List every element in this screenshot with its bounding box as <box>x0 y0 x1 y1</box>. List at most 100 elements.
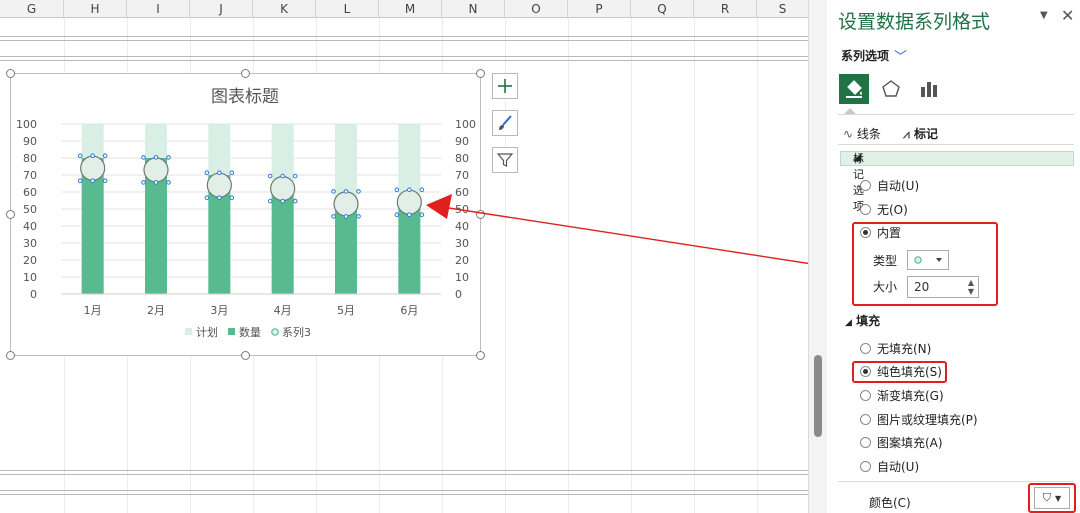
marker-selection-dot <box>356 189 361 194</box>
column-header-l[interactable]: L <box>316 0 379 18</box>
chart-legend[interactable]: 计划 数量 系列3 <box>185 325 311 339</box>
resize-handle-bottom[interactable] <box>241 351 250 360</box>
radio-button[interactable] <box>860 413 871 425</box>
scrollbar-thumb[interactable] <box>814 355 822 437</box>
marker-options-section[interactable]: ◢ 标记选项 <box>840 150 1074 213</box>
row-border <box>0 36 808 37</box>
resize-handle-top[interactable] <box>241 69 250 78</box>
marker-selection-dot <box>217 195 222 200</box>
radio-button[interactable] <box>860 342 871 354</box>
column-header-g[interactable]: G <box>0 0 64 18</box>
marker-selection-dot <box>394 212 400 217</box>
column-header-o[interactable]: O <box>505 0 568 18</box>
marker-selection-dot <box>166 180 171 185</box>
y-tick-label-right: 40 <box>455 220 469 233</box>
legend-marker <box>271 328 279 336</box>
subtab-line-label: 线条 <box>856 127 881 141</box>
fill-none-option[interactable]: 无填充(N) <box>860 340 931 356</box>
resize-handle-top-left[interactable] <box>6 69 15 78</box>
row-border <box>0 40 808 41</box>
y-tick-label-left: 50 <box>23 203 37 216</box>
marker-selection-dot <box>141 155 146 160</box>
y-axis-primary[interactable]: 0 10 20 30 40 50 60 70 80 90 100 <box>16 118 37 301</box>
marker-auto-option[interactable]: 自动(U) <box>860 177 919 193</box>
marker-none-option[interactable]: 无(O) <box>860 201 908 217</box>
fill-auto-option[interactable]: 自动(U) <box>860 458 919 474</box>
x-tick-label: 4月 <box>274 304 292 317</box>
fill-none-label: 无填充(N) <box>877 341 932 356</box>
chart-title[interactable]: 图表标题 <box>211 87 279 107</box>
radio-button[interactable] <box>860 179 871 191</box>
marker-selection-dot <box>356 214 361 219</box>
column-header-r[interactable]: R <box>694 0 757 18</box>
chart-area[interactable]: 图表标题 0 10 20 30 40 50 60 70 80 90 100 0 10 20 30 40 50 6… <box>10 73 481 356</box>
column-header-h[interactable]: H <box>64 0 127 18</box>
tab-fill-line[interactable] <box>839 74 869 104</box>
highlight-solid-fill <box>852 361 947 383</box>
series-options-dropdown[interactable]: 系列选项 <box>841 47 889 64</box>
close-icon[interactable]: ✕ <box>1061 6 1074 25</box>
marker-none-label: 无(O) <box>877 202 908 217</box>
chart-canvas[interactable]: 图表标题 0 10 20 30 40 50 60 70 80 90 100 0 10 20 30 40 50 6… <box>11 74 482 357</box>
y-tick-label-left: 10 <box>23 271 37 284</box>
highlight-builtin-marker <box>852 222 998 306</box>
tab-series-options[interactable] <box>914 74 944 104</box>
row-border <box>0 490 808 491</box>
spreadsheet-area[interactable]: G H I J K L M N O P Q R S 图表标题 0 10 20 3… <box>0 0 808 513</box>
resize-handle-bottom-right[interactable] <box>476 351 485 360</box>
chart-filters-button[interactable] <box>492 147 518 173</box>
fill-picture-option[interactable]: 图片或纹理填充(P) <box>860 411 978 427</box>
column-header-q[interactable]: Q <box>631 0 694 18</box>
y-tick-label-right: 20 <box>455 254 469 267</box>
column-header-p[interactable]: P <box>568 0 631 18</box>
filter-icon <box>496 153 514 167</box>
marker-selection-dot <box>229 195 235 200</box>
y-tick-label-right: 70 <box>455 169 469 182</box>
fill-gradient-option[interactable]: 渐变填充(G) <box>860 387 944 403</box>
column-header-k[interactable]: K <box>253 0 316 18</box>
y-tick-label-left: 100 <box>16 118 37 131</box>
radio-button[interactable] <box>860 389 871 401</box>
column-header-s[interactable]: S <box>757 0 808 18</box>
column-header-m[interactable]: M <box>379 0 442 18</box>
marker-selection-dot <box>229 170 235 175</box>
resize-handle-bottom-left[interactable] <box>6 351 15 360</box>
legend-swatch <box>185 328 192 335</box>
column-header-j[interactable]: J <box>190 0 253 18</box>
marker-selection-dot <box>331 189 336 194</box>
marker-selection-dot <box>90 178 95 183</box>
radio-button[interactable] <box>860 460 871 472</box>
fill-gradient-label: 渐变填充(G) <box>877 388 944 403</box>
resize-handle-right[interactable] <box>476 210 485 219</box>
fill-pattern-option[interactable]: 图案填充(A) <box>860 434 943 450</box>
tab-effects[interactable] <box>876 74 906 104</box>
bar-chart-icon <box>921 82 937 97</box>
marker-selection-dot <box>343 214 349 219</box>
marker-selection-dot <box>77 153 83 158</box>
marker-line-icon: ⩘ <box>903 127 910 141</box>
marker-selection-dot <box>407 187 412 192</box>
subtab-marker[interactable]: ⩘ 标记 <box>903 125 938 142</box>
x-tick-label: 1月 <box>84 304 102 317</box>
column-header-i[interactable]: I <box>127 0 190 18</box>
y-tick-label-right: 50 <box>455 203 469 216</box>
marker-series3 <box>143 157 169 183</box>
chevron-down-icon[interactable]: ﹀ <box>894 46 907 65</box>
column-header-n[interactable]: N <box>442 0 505 18</box>
vertical-scrollbar[interactable] <box>808 0 827 513</box>
y-axis-secondary[interactable]: 0 10 20 30 40 50 60 70 80 90 100 <box>455 118 476 301</box>
fill-section[interactable]: ◢ 填充 <box>845 312 880 329</box>
x-axis[interactable]: 1月 2月 3月 4月 5月 6月 <box>61 293 441 317</box>
resize-handle-left[interactable] <box>6 210 15 219</box>
marker-selection-dot <box>166 155 171 160</box>
resize-handle-top-right[interactable] <box>476 69 485 78</box>
chart-styles-button[interactable] <box>492 110 518 136</box>
divider <box>838 114 1074 115</box>
chart-elements-button[interactable] <box>492 73 518 99</box>
radio-button[interactable] <box>860 436 871 448</box>
subtab-line[interactable]: ∿ 线条 <box>843 125 881 142</box>
collapse-triangle-icon: ◢ <box>845 318 852 328</box>
pane-options-chevron-icon[interactable]: ▼ <box>1040 10 1048 21</box>
marker-selection-dot <box>331 214 336 219</box>
radio-button[interactable] <box>860 203 871 215</box>
